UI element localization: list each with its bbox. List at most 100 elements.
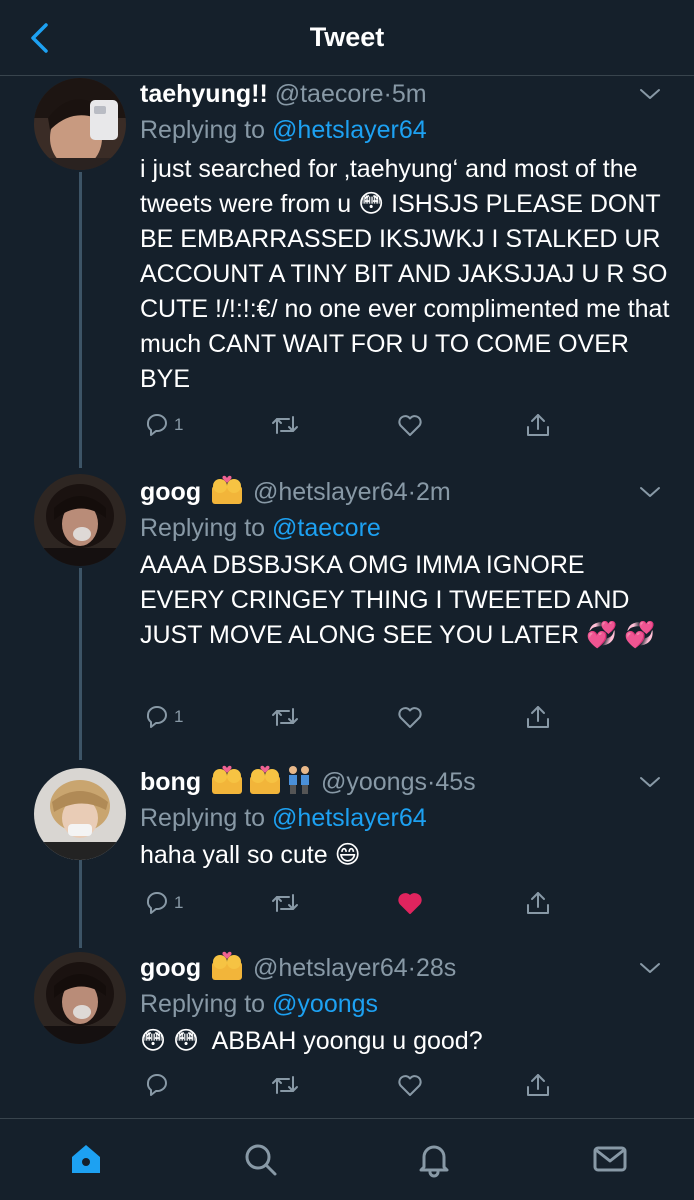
heart-icon (398, 1075, 422, 1096)
chevron-down-icon[interactable] (638, 480, 662, 504)
tweet-text: haha yall so cute 😄 (140, 841, 361, 869)
reply-icon (146, 706, 168, 728)
replying-to-label: Replying to (140, 990, 273, 1018)
tweet-header: taehyung!! @taecore·5m (140, 76, 427, 112)
avatar[interactable] (34, 474, 126, 566)
timestamp: 28s (415, 954, 457, 982)
couple-kiss-icon (212, 475, 243, 504)
avatar[interactable] (34, 768, 126, 860)
separator-dot: · (383, 80, 392, 108)
reply-button[interactable]: 1 (142, 700, 183, 734)
tweet[interactable]: goog @hetslayer64·28s Replying to @yoong… (0, 950, 694, 1112)
reply-icon (146, 892, 168, 914)
reply-button[interactable]: 1 (142, 408, 183, 442)
tweet-text: AAAA DBSBJSKA OMG IMMA IGNORE EVERY CRIN… (140, 551, 656, 649)
like-button[interactable] (396, 886, 424, 920)
retweet-icon (272, 1076, 298, 1094)
display-name[interactable]: bong (140, 768, 201, 796)
tweet-thread-screen: Tweet taehyung!! @taecore·5m Replying to (0, 0, 694, 1200)
share-icon (527, 892, 549, 914)
retweet-icon (272, 708, 298, 726)
reply-icon (146, 414, 168, 436)
tweet-actions: 1 (140, 408, 560, 442)
replying-to-label: Replying to (140, 804, 273, 832)
home-icon (72, 1145, 100, 1173)
tweet-actions: 1 (140, 700, 560, 734)
nav-notifications[interactable] (414, 1139, 454, 1179)
search-icon (245, 1144, 277, 1176)
share-button[interactable] (524, 408, 552, 442)
timestamp: 5m (391, 80, 427, 108)
couple-kiss-2-icon (250, 765, 281, 794)
avatar[interactable] (34, 78, 126, 170)
heart-icon (398, 707, 422, 728)
handle[interactable]: @yoongs (321, 768, 427, 796)
display-name[interactable]: goog (140, 954, 201, 982)
tweet-header: goog @hetslayer64·28s (140, 950, 456, 986)
tweet[interactable]: bong @yoongs·45s Replying to @hetslayer6… (0, 764, 694, 950)
retweet-button[interactable] (270, 700, 300, 734)
nav-search[interactable] (240, 1139, 280, 1179)
like-button[interactable] (396, 408, 424, 442)
nav-home[interactable] (66, 1139, 106, 1179)
retweet-button[interactable] (270, 408, 300, 442)
like-button[interactable] (396, 1068, 424, 1102)
chevron-down-icon[interactable] (638, 770, 662, 794)
couple-kiss-icon (212, 765, 243, 794)
replying-to: Replying to @hetslayer64 (140, 800, 427, 836)
like-button[interactable] (396, 700, 424, 734)
mention-link[interactable]: @hetslayer64 (272, 116, 427, 144)
reply-count: 1 (174, 415, 184, 434)
retweet-icon (272, 416, 298, 434)
replying-to-label: Replying to (140, 514, 273, 542)
tweet-header: goog @hetslayer64·2m (140, 474, 451, 510)
reply-button[interactable]: 1 (142, 886, 183, 920)
tweet-actions: 1 (140, 886, 560, 920)
separator-dot: · (407, 954, 416, 982)
tweet-text: i just searched for ‚taehyung‘ and most … (140, 155, 677, 393)
tweet-text: 😳 😳 ABBAH yoongu u good? (140, 1027, 483, 1055)
handle[interactable]: @hetslayer64 (253, 478, 408, 506)
page-title: Tweet (309, 22, 385, 52)
mention-link[interactable]: @taecore (272, 514, 381, 542)
bottom-nav (0, 1118, 694, 1200)
separator-dot: · (407, 478, 416, 506)
replying-to: Replying to @taecore (140, 510, 381, 546)
reply-count: 1 (174, 707, 184, 726)
reply-icon (146, 1074, 168, 1096)
timestamp: 45s (435, 768, 476, 796)
messages-icon (593, 1146, 627, 1172)
display-name[interactable]: taehyung!! (140, 80, 268, 108)
share-button[interactable] (524, 700, 552, 734)
replying-to: Replying to @hetslayer64 (140, 112, 427, 148)
chevron-down-icon[interactable] (638, 82, 662, 106)
handle[interactable]: @taecore (275, 80, 384, 108)
chevron-down-icon[interactable] (638, 956, 662, 980)
couple-kiss-icon (212, 951, 243, 980)
tweet-header: bong @yoongs·45s (140, 764, 476, 800)
display-name[interactable]: goog (140, 478, 201, 506)
reply-count: 1 (174, 893, 184, 912)
replying-to-label: Replying to (140, 116, 273, 144)
tweet[interactable]: goog @hetslayer64·2m Replying to @taecor… (0, 474, 694, 764)
reply-button[interactable] (142, 1068, 174, 1102)
share-button[interactable] (524, 1068, 552, 1102)
heart-icon (398, 415, 422, 436)
nav-messages[interactable] (590, 1139, 630, 1179)
retweet-button[interactable] (270, 1068, 300, 1102)
top-bar: Tweet (0, 0, 694, 76)
mention-link[interactable]: @hetslayer64 (272, 804, 427, 832)
replying-to: Replying to @yoongs (140, 986, 378, 1022)
share-icon (527, 414, 549, 436)
men-holding-hands-icon (289, 766, 310, 794)
retweet-button[interactable] (270, 886, 300, 920)
share-button[interactable] (524, 886, 552, 920)
tweet[interactable]: taehyung!! @taecore·5m Replying to @hets… (0, 76, 694, 476)
avatar[interactable] (34, 952, 126, 1044)
mention-link[interactable]: @yoongs (272, 990, 378, 1018)
timestamp: 2m (415, 478, 451, 506)
share-icon (527, 706, 549, 728)
handle[interactable]: @hetslayer64 (253, 954, 408, 982)
share-icon (527, 1074, 549, 1096)
heart-filled-icon (398, 893, 422, 914)
